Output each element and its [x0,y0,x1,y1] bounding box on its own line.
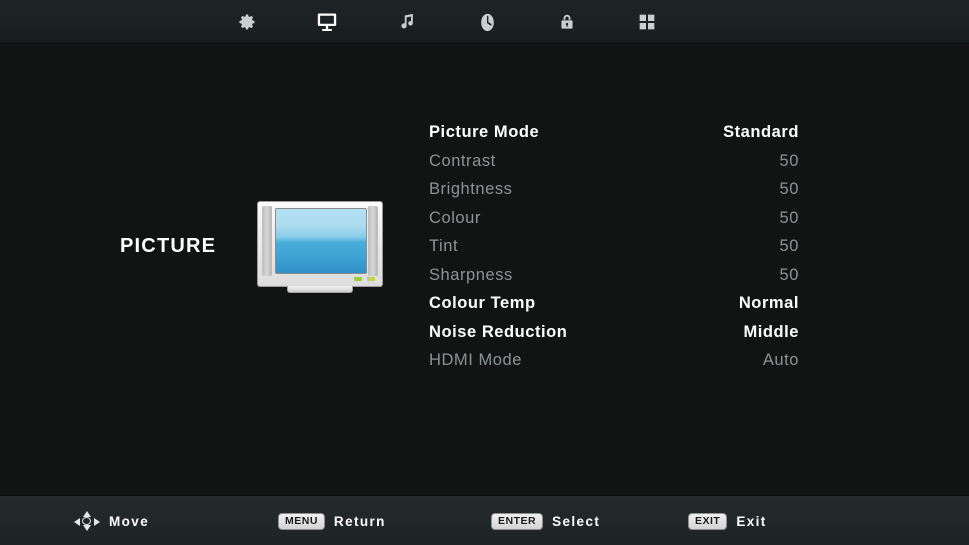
dpad-arrows-icon [74,511,100,531]
setting-row-contrast[interactable]: Contrast 50 [429,152,799,181]
tv-screen [275,208,367,274]
tv-led-amber [367,277,375,281]
top-menu-bar [0,0,969,44]
setting-row-colour[interactable]: Colour 50 [429,209,799,238]
page-title: PICTURE [120,235,217,257]
key-badge-menu[interactable]: MENU [278,512,325,530]
tv-bezel [257,201,383,287]
setting-row-tint[interactable]: Tint 50 [429,237,799,266]
setting-label: Colour Temp [429,294,536,312]
hint-move: Move [74,496,149,545]
setting-label: Colour [429,208,481,227]
setting-value[interactable]: 50 [714,152,799,171]
key-badge-enter[interactable]: ENTER [491,512,544,530]
menu-tab-sound[interactable] [392,7,422,37]
setting-label: Noise Reduction [429,322,568,341]
setting-value[interactable]: 50 [714,180,799,199]
gear-icon [237,12,257,32]
setting-value[interactable]: Normal [714,294,799,313]
lock-icon [558,12,576,32]
hint-label: Select [552,513,601,529]
footer-help-bar: Move MENU Return ENTER Select EXIT Exit [0,495,969,545]
key-badge-exit[interactable]: EXIT [688,512,728,530]
hint-exit: EXIT Exit [688,496,767,545]
setting-value[interactable]: Middle [714,323,799,342]
menu-tab-option[interactable] [632,7,662,37]
setting-value[interactable]: Standard [714,123,799,142]
setting-label: HDMI Mode [429,351,522,369]
setting-value[interactable]: 50 [714,209,799,228]
setting-row-picture-mode[interactable]: Picture Mode Standard [429,123,799,152]
osd-main-panel: PICTURE Picture Mode Standard Contrast 5… [0,45,969,495]
tv-stand [287,286,353,293]
setting-row-hdmi-mode[interactable]: HDMI Mode Auto [429,351,799,380]
tv-osd-screen: PICTURE Picture Mode Standard Contrast 5… [0,0,969,545]
clock-icon [477,12,498,33]
hint-return: MENU Return [278,496,386,545]
setting-label: Contrast [429,151,496,170]
tv-speaker-right [368,206,378,276]
menu-tab-lock[interactable] [552,7,582,37]
tv-speaker-left [262,206,272,276]
setting-row-colour-temp[interactable]: Colour Temp Normal [429,294,799,323]
setting-value[interactable]: Auto [714,351,799,370]
menu-tab-setup[interactable] [232,7,262,37]
crt-television-icon [257,201,383,293]
top-menu-icon-group [232,0,662,44]
hint-label: Return [333,513,386,529]
music-note-icon [397,12,417,32]
hint-select: ENTER Select [491,496,600,545]
menu-tab-picture[interactable] [312,7,342,37]
setting-row-brightness[interactable]: Brightness 50 [429,180,799,209]
hint-label: Move [109,513,150,529]
setting-row-sharpness[interactable]: Sharpness 50 [429,266,799,295]
grid-icon [637,12,657,32]
setting-value[interactable]: 50 [714,237,799,256]
setting-row-noise-reduction[interactable]: Noise Reduction Middle [429,323,799,352]
setting-label: Sharpness [429,265,513,284]
menu-tab-time[interactable] [472,7,502,37]
setting-label: Brightness [429,180,513,198]
setting-label: Tint [429,237,459,255]
hint-label: Exit [736,513,767,529]
tv-led-green [354,277,362,281]
settings-list: Picture Mode Standard Contrast 50 Bright… [429,123,799,380]
setting-value[interactable]: 50 [714,266,799,285]
setting-label: Picture Mode [429,123,540,141]
monitor-icon [315,10,339,34]
